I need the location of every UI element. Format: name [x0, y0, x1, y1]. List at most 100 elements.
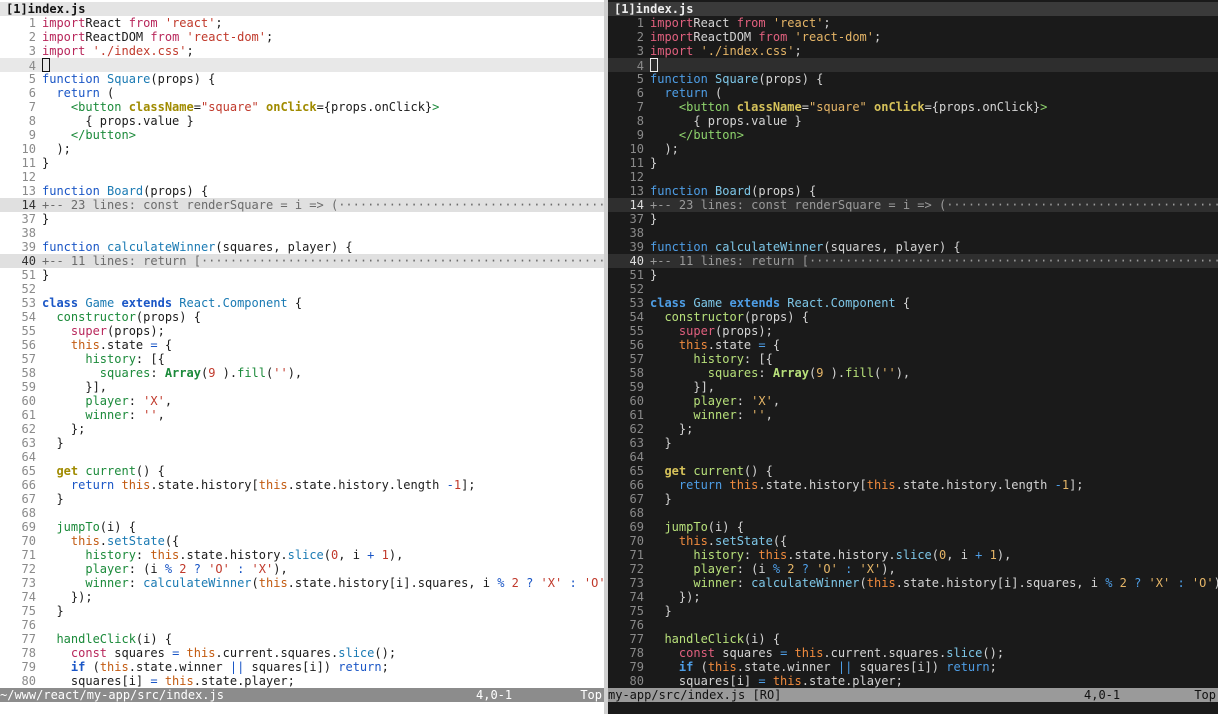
code-line[interactable]: 60 player: 'X',	[0, 394, 604, 408]
code-line[interactable]: 51}	[0, 268, 604, 282]
code-line[interactable]: 62 };	[608, 422, 1218, 436]
code-line[interactable]: 71 history: this.state.history.slice(0, …	[0, 548, 604, 562]
code-line[interactable]: 4	[0, 58, 604, 73]
code-line[interactable]: 75 }	[0, 604, 604, 618]
code-line[interactable]: 79 if (this.state.winner || squares[i]) …	[0, 660, 604, 674]
code-line[interactable]: 80 squares[i] = this.state.player;	[0, 674, 604, 688]
code-line[interactable]: 66 return this.state.history[this.state.…	[608, 478, 1218, 492]
code-line[interactable]: 7 <button className="square" onClick={pr…	[608, 100, 1218, 114]
left-editor-pane[interactable]: [1]index.js 1 importReact from 'react'; 2 i…	[0, 0, 604, 714]
code-line[interactable]: 70 this.setState({	[0, 534, 604, 548]
code-line[interactable]: 11}	[608, 156, 1218, 170]
code-line[interactable]: 62 };	[0, 422, 604, 436]
code-line[interactable]: 52	[608, 282, 1218, 296]
code-line[interactable]: 3 import './index.css';	[0, 44, 604, 58]
folded-line[interactable]: 40 +-- 11 lines: return [················…	[608, 254, 1218, 268]
code-line[interactable]: 59 }],	[0, 380, 604, 394]
code-line[interactable]: 61 winner: '',	[0, 408, 604, 422]
code-line[interactable]: 8 { props.value }	[0, 114, 604, 128]
code-line[interactable]: 53 class Game extends React.Component {	[0, 296, 604, 310]
code-line[interactable]: 37}	[0, 212, 604, 226]
code-line[interactable]: 7 <button className="square" onClick={pr…	[0, 100, 604, 114]
code-line[interactable]: 69 jumpTo(i) {	[608, 520, 1218, 534]
code-line[interactable]: 65 get current() {	[0, 464, 604, 478]
code-line[interactable]: 79 if (this.state.winner || squares[i]) …	[608, 660, 1218, 674]
code-line[interactable]: 9 </button>	[608, 128, 1218, 142]
code-line[interactable]: 5 function Square(props) {	[608, 72, 1218, 86]
code-line[interactable]: 55 super(props);	[0, 324, 604, 338]
code-line[interactable]: 53 class Game extends React.Component {	[608, 296, 1218, 310]
code-area[interactable]: 1 importReact from 'react'; 2 importReactDO…	[608, 16, 1218, 688]
code-line[interactable]: 37}	[608, 212, 1218, 226]
right-editor-pane[interactable]: [1]index.js 1 importReact from 'react'; 2 i…	[608, 0, 1218, 714]
code-line[interactable]: 67 }	[608, 492, 1218, 506]
code-line[interactable]: 78 const squares = this.current.squares.…	[0, 646, 604, 660]
code-line[interactable]: 13 function Board(props) {	[0, 184, 604, 198]
code-line[interactable]: 69 jumpTo(i) {	[0, 520, 604, 534]
code-line[interactable]: 54 constructor(props) {	[0, 310, 604, 324]
code-line[interactable]: 74 });	[0, 590, 604, 604]
code-line[interactable]: 64	[0, 450, 604, 464]
code-line[interactable]: 64	[608, 450, 1218, 464]
code-line[interactable]: 75 }	[608, 604, 1218, 618]
code-line[interactable]: 58 squares: Array(9 ).fill(''),	[0, 366, 604, 380]
code-line[interactable]: 61 winner: '',	[608, 408, 1218, 422]
code-line[interactable]: 58 squares: Array(9 ).fill(''),	[608, 366, 1218, 380]
code-line[interactable]: 76	[0, 618, 604, 632]
code-line[interactable]: 59 }],	[608, 380, 1218, 394]
code-line[interactable]: 54 constructor(props) {	[608, 310, 1218, 324]
code-line[interactable]: 74 });	[608, 590, 1218, 604]
tab-index-js[interactable]: [1]index.js	[608, 2, 1218, 16]
code-line[interactable]: 63 }	[0, 436, 604, 450]
code-line[interactable]: 55 super(props);	[608, 324, 1218, 338]
code-line[interactable]: 6 return (	[0, 86, 604, 100]
code-line[interactable]: 77 handleClick(i) {	[0, 632, 604, 646]
code-line[interactable]: 72 player: (i % 2 ? 'O' : 'X'),	[608, 562, 1218, 576]
tab-index-js[interactable]: [1]index.js	[0, 2, 604, 16]
code-line[interactable]: 1 importReact from 'react';	[608, 16, 1218, 30]
code-line[interactable]: 5 function Square(props) {	[0, 72, 604, 86]
folded-line[interactable]: 14 +-- 23 lines: const renderSquare = i =…	[608, 198, 1218, 212]
code-line[interactable]: 67 }	[0, 492, 604, 506]
code-line[interactable]: 60 player: 'X',	[608, 394, 1218, 408]
code-line[interactable]: 38	[0, 226, 604, 240]
code-line[interactable]: 2 importReactDOM from 'react-dom';	[0, 30, 604, 44]
code-line[interactable]: 80 squares[i] = this.state.player;	[608, 674, 1218, 688]
code-line[interactable]: 56 this.state = {	[0, 338, 604, 352]
code-line[interactable]: 57 history: [{	[0, 352, 604, 366]
folded-line[interactable]: 14 +-- 23 lines: const renderSquare = i =…	[0, 198, 604, 212]
code-line[interactable]: 73 winner: calculateWinner(this.state.hi…	[608, 576, 1218, 590]
code-line[interactable]: 71 history: this.state.history.slice(0, …	[608, 548, 1218, 562]
code-line[interactable]: 11}	[0, 156, 604, 170]
code-line[interactable]: 72 player: (i % 2 ? 'O' : 'X'),	[0, 562, 604, 576]
code-line[interactable]: 63 }	[608, 436, 1218, 450]
code-line[interactable]: 2 importReactDOM from 'react-dom';	[608, 30, 1218, 44]
code-line[interactable]: 8 { props.value }	[608, 114, 1218, 128]
code-line[interactable]: 78 const squares = this.current.squares.…	[608, 646, 1218, 660]
code-line[interactable]: 3 import './index.css';	[608, 44, 1218, 58]
code-line[interactable]: 39 function calculateWinner(squares, play…	[0, 240, 604, 254]
folded-line[interactable]: 40 +-- 11 lines: return [················…	[0, 254, 604, 268]
code-line[interactable]: 57 history: [{	[608, 352, 1218, 366]
code-line[interactable]: 52	[0, 282, 604, 296]
code-line[interactable]: 10 );	[0, 142, 604, 156]
code-line[interactable]: 65 get current() {	[608, 464, 1218, 478]
code-line[interactable]: 51}	[608, 268, 1218, 282]
code-line[interactable]: 12	[608, 170, 1218, 184]
code-line[interactable]: 77 handleClick(i) {	[608, 632, 1218, 646]
code-line[interactable]: 4	[608, 58, 1218, 73]
code-line[interactable]: 73 winner: calculateWinner(this.state.hi…	[0, 576, 604, 590]
code-line[interactable]: 13 function Board(props) {	[608, 184, 1218, 198]
code-line[interactable]: 38	[608, 226, 1218, 240]
code-line[interactable]: 66 return this.state.history[this.state.…	[0, 478, 604, 492]
code-line[interactable]: 6 return (	[608, 86, 1218, 100]
code-area[interactable]: 1 importReact from 'react'; 2 importReactDO…	[0, 16, 604, 688]
code-line[interactable]: 39 function calculateWinner(squares, play…	[608, 240, 1218, 254]
code-line[interactable]: 12	[0, 170, 604, 184]
code-line[interactable]: 9 </button>	[0, 128, 604, 142]
code-line[interactable]: 1 importReact from 'react';	[0, 16, 604, 30]
code-line[interactable]: 76	[608, 618, 1218, 632]
code-line[interactable]: 56 this.state = {	[608, 338, 1218, 352]
code-line[interactable]: 70 this.setState({	[608, 534, 1218, 548]
code-line[interactable]: 10 );	[608, 142, 1218, 156]
